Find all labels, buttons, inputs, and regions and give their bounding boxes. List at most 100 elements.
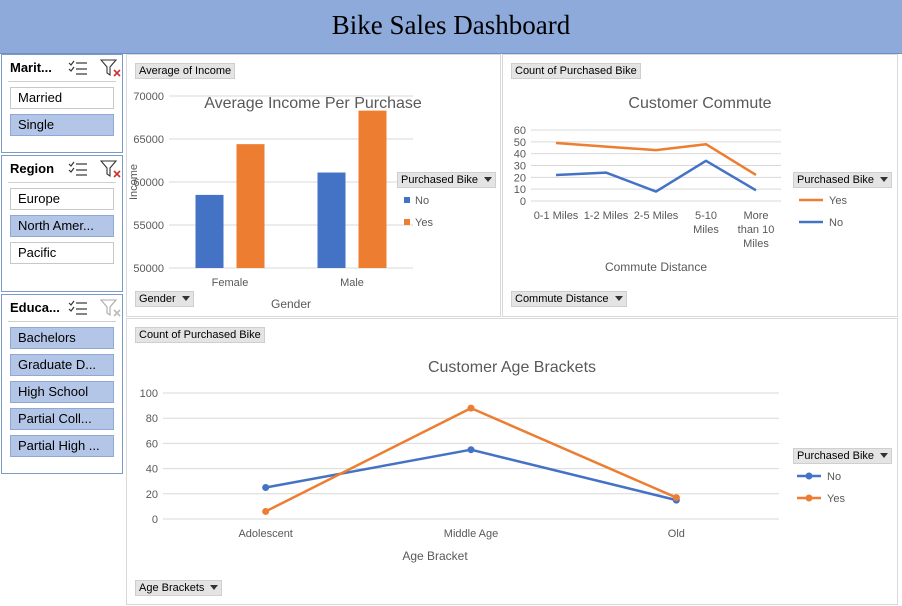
x-tick-label-line: 1-2 Miles — [584, 210, 629, 222]
dashboard-title: Bike Sales Dashboard — [331, 10, 571, 40]
gender-field-button[interactable]: Gender — [135, 291, 194, 307]
slicer-header: Marit... — [8, 55, 121, 82]
x-tick-label: More than 10 Miles — [738, 210, 775, 250]
slicer-item-high-school[interactable]: High School — [10, 381, 114, 403]
clear-filter-icon[interactable] — [100, 58, 122, 78]
slicer-item-pacific[interactable]: Pacific — [10, 242, 114, 264]
x-tick-label: Old — [668, 528, 685, 540]
multi-select-icon[interactable] — [68, 160, 88, 178]
y-tick-label: 50000 — [133, 263, 164, 275]
dropdown-arrow-icon — [181, 296, 190, 301]
count-of-purchased-bike-field-button[interactable]: Count of Purchased Bike — [135, 327, 265, 343]
dropdown-arrow-icon — [614, 296, 623, 301]
slicer-item-married[interactable]: Married — [10, 87, 114, 109]
slicer-header: Region — [8, 156, 121, 183]
bar-yes — [236, 144, 265, 268]
clear-filter-icon[interactable] — [100, 159, 122, 179]
legend-label: Yes — [827, 493, 845, 505]
chart-title: Customer Commute — [628, 95, 771, 112]
x-tick-label: Middle Age — [444, 528, 498, 540]
purchased-bike-field-button[interactable]: Purchased Bike — [397, 172, 497, 188]
y-tick-label: 70000 — [133, 91, 164, 103]
legend-label: No — [827, 471, 841, 483]
bar-no — [195, 194, 224, 268]
slicer-item-bachelors[interactable]: Bachelors — [10, 327, 114, 349]
y-tick-label: 0 — [152, 514, 158, 526]
legend-swatch-yes — [404, 219, 410, 225]
dropdown-arrow-icon — [880, 177, 889, 182]
y-tick-label: 20 — [146, 489, 158, 501]
x-tick-label: 2-5 Miles — [634, 210, 679, 222]
commute-distance-field-button[interactable]: Commute Distance — [511, 291, 627, 307]
field-button-label: Count of Purchased Bike — [139, 329, 261, 341]
legend-marker-yes — [805, 494, 813, 502]
data-point-no — [467, 446, 475, 454]
count-of-purchased-bike-field-button[interactable]: Count of Purchased Bike — [511, 63, 641, 79]
series-line-yes — [555, 141, 757, 177]
x-tick-label-line: than 10 — [738, 224, 775, 236]
legend-marker-no — [805, 472, 813, 480]
field-button-label: Purchased Bike — [401, 174, 479, 186]
clear-filter-icon[interactable] — [100, 298, 122, 318]
field-button-label: Age Brackets — [139, 582, 205, 594]
x-tick-label: Adolescent — [238, 528, 292, 540]
age-chart-panel: 0 20 40 60 80 100 Adolescent Middle Age Old Custo… — [126, 318, 898, 605]
series-line-no — [265, 448, 677, 502]
slicer-item-north-america[interactable]: North Amer... — [10, 215, 114, 237]
field-button-label: Purchased Bike — [797, 450, 875, 462]
data-point-no — [262, 484, 270, 491]
y-tick-label: 100 — [140, 388, 158, 400]
y-tick-label: 0 — [520, 196, 526, 208]
legend-swatch-no — [404, 197, 410, 203]
field-button-label: Count of Purchased Bike — [515, 65, 637, 77]
slicer-title: Educa... — [10, 300, 60, 315]
field-button-label: Purchased Bike — [797, 174, 875, 186]
y-tick-label: 80 — [146, 413, 158, 425]
x-tick-label-line: Miles — [743, 238, 769, 250]
series-line-yes — [265, 406, 677, 513]
x-tick-label: 1-2 Miles — [584, 210, 629, 222]
y-tick-label: 40 — [146, 464, 158, 476]
x-axis-title: Gender — [271, 297, 311, 311]
x-tick-label-line: Miles — [693, 224, 719, 236]
x-tick-label: Male — [340, 277, 364, 289]
field-button-label: Gender — [139, 293, 176, 305]
x-tick-label: 0-1 Miles — [534, 210, 579, 222]
purchased-bike-field-button[interactable]: Purchased Bike — [793, 448, 893, 464]
y-tick-label: 60 — [514, 125, 526, 137]
x-tick-label: Female — [212, 277, 249, 289]
y-tick-label: 50 — [514, 137, 526, 149]
marital-status-slicer: Marit... Married Single — [1, 54, 123, 153]
x-tick-label-line: 2-5 Miles — [634, 210, 679, 222]
slicer-item-partial-high-school[interactable]: Partial High ... — [10, 435, 114, 457]
dropdown-arrow-icon — [880, 453, 889, 458]
slicer-title: Region — [10, 161, 55, 176]
field-button-label: Commute Distance — [515, 293, 609, 305]
slicer-item-graduate-degree[interactable]: Graduate D... — [10, 354, 114, 376]
y-tick-label: 10 — [514, 184, 526, 196]
average-of-income-field-button[interactable]: Average of Income — [135, 63, 236, 79]
x-axis-title: Commute Distance — [605, 260, 707, 274]
slicer-title: Marit... — [10, 60, 52, 75]
legend-label: No — [415, 195, 429, 207]
y-tick-label: 40 — [514, 149, 526, 161]
legend-label: Yes — [829, 195, 847, 207]
bar-no — [317, 172, 346, 268]
slicer-item-europe[interactable]: Europe — [10, 188, 114, 210]
slicer-item-partial-college[interactable]: Partial Coll... — [10, 408, 114, 430]
slicer-header: Educa... — [8, 295, 121, 322]
commute-chart-panel: 0 10 20 30 40 50 60 0-1 Miles 1-2 Miles 2-5 Miles… — [502, 54, 898, 317]
multi-select-icon[interactable] — [68, 299, 88, 317]
purchased-bike-field-button[interactable]: Purchased Bike — [793, 172, 893, 188]
education-slicer: Educa... Bachelors Graduate D... High Sc… — [1, 294, 123, 474]
y-axis-title: Income — [128, 164, 140, 200]
legend-label: No — [829, 217, 843, 229]
chart-title: Average Income Per Purchase — [204, 95, 422, 112]
age-brackets-field-button[interactable]: Age Brackets — [135, 580, 223, 596]
field-button-label: Average of Income — [139, 65, 232, 77]
y-tick-label: 20 — [514, 172, 526, 184]
multi-select-icon[interactable] — [68, 59, 88, 77]
x-tick-label-line: 0-1 Miles — [534, 210, 579, 222]
income-chart-panel: 50000 55000 60000 65000 70000 Female Male Avera… — [126, 54, 501, 317]
slicer-item-single[interactable]: Single — [10, 114, 114, 136]
